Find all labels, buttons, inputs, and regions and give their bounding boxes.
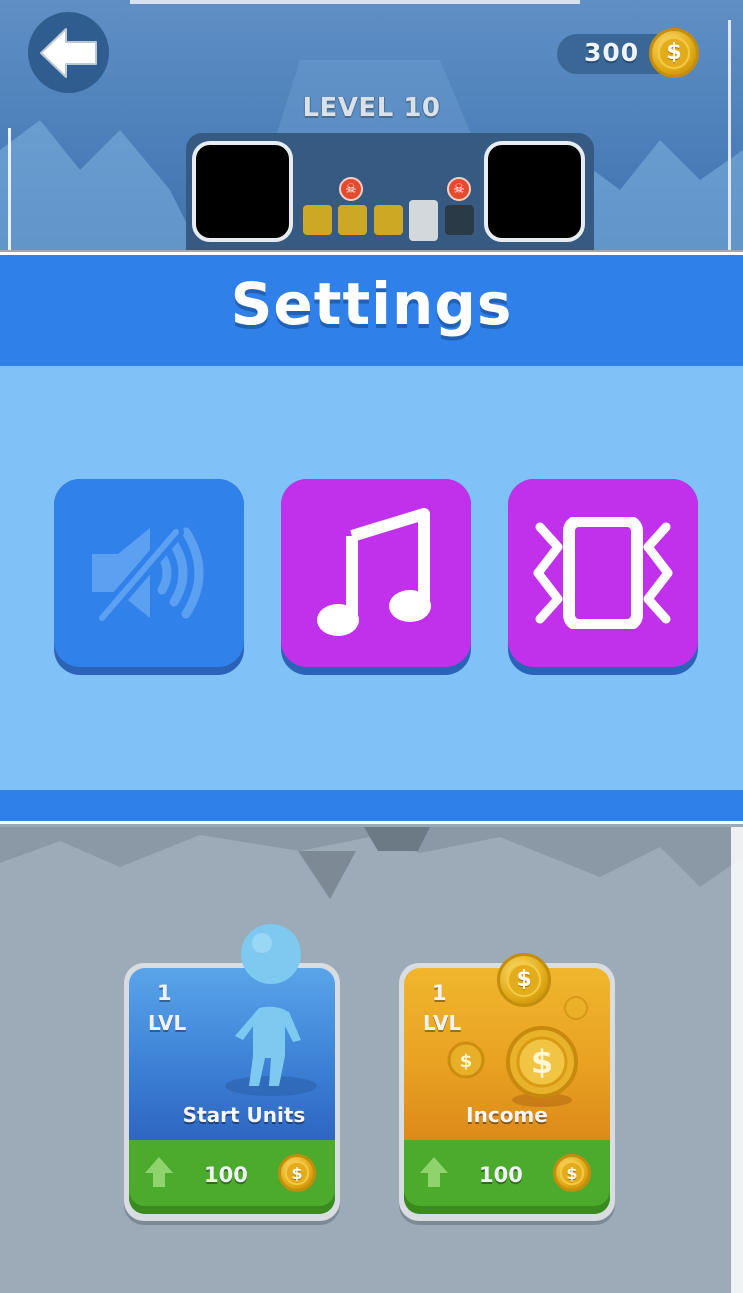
upgrade-level-label: LVL	[423, 1011, 462, 1035]
arrow-up-icon	[145, 1157, 173, 1187]
vibration-icon	[533, 517, 673, 629]
progress-step-done	[374, 205, 403, 235]
upgrade-price: 100	[204, 1163, 248, 1187]
back-button[interactable]	[28, 12, 109, 93]
upgrade-card-start-units[interactable]: 1 LVL Start Units 100 $	[124, 924, 340, 1221]
boss-skull-icon: ☠	[447, 177, 471, 201]
svg-text:$: $	[531, 1043, 553, 1081]
upgrade-level: 1	[432, 981, 447, 1005]
stickman-head-icon	[241, 924, 301, 984]
music-toggle-face	[281, 479, 471, 667]
upgrade-name: Start Units	[182, 1103, 306, 1127]
upgrade-level: 1	[157, 981, 172, 1005]
game-ground	[0, 827, 743, 1293]
svg-text:$: $	[460, 1051, 473, 1072]
upgrade-level-label: LVL	[148, 1011, 187, 1035]
coin-amount: 300	[584, 38, 640, 67]
coin-icon: $	[278, 1154, 316, 1192]
sound-toggle-button[interactable]	[54, 479, 244, 675]
coin-icon: $	[497, 953, 551, 1007]
upgrade-name: Income	[466, 1103, 548, 1127]
enemy-portrait	[484, 141, 585, 242]
music-toggle-button[interactable]	[281, 479, 471, 675]
coin-icon: $	[553, 1154, 591, 1192]
progress-step-todo	[445, 205, 474, 235]
boss-skull-icon: ☠	[339, 177, 363, 201]
upgrade-card-income[interactable]: $ $ $ 1 LVL Income 100 $	[399, 953, 615, 1221]
vibration-toggle-button[interactable]	[508, 479, 698, 675]
player-portrait	[192, 141, 293, 242]
progress-step-done	[338, 205, 367, 235]
upgrade-price: 100	[479, 1163, 523, 1187]
coin-icon: $	[649, 28, 699, 78]
progress-step-done	[303, 205, 332, 235]
sound-toggle-face	[54, 479, 244, 667]
speaker-muted-icon	[92, 524, 204, 626]
terrain-shapes	[0, 827, 743, 899]
music-note-icon	[317, 508, 431, 636]
level-title: LEVEL 10	[302, 93, 441, 123]
progress-step-current	[409, 200, 438, 241]
settings-footer	[0, 790, 743, 824]
vibration-toggle-face	[508, 479, 698, 667]
settings-title: Settings	[230, 270, 513, 338]
screen-edge	[731, 827, 743, 1293]
arrow-left-icon	[39, 27, 97, 78]
arrow-up-icon	[420, 1157, 448, 1187]
